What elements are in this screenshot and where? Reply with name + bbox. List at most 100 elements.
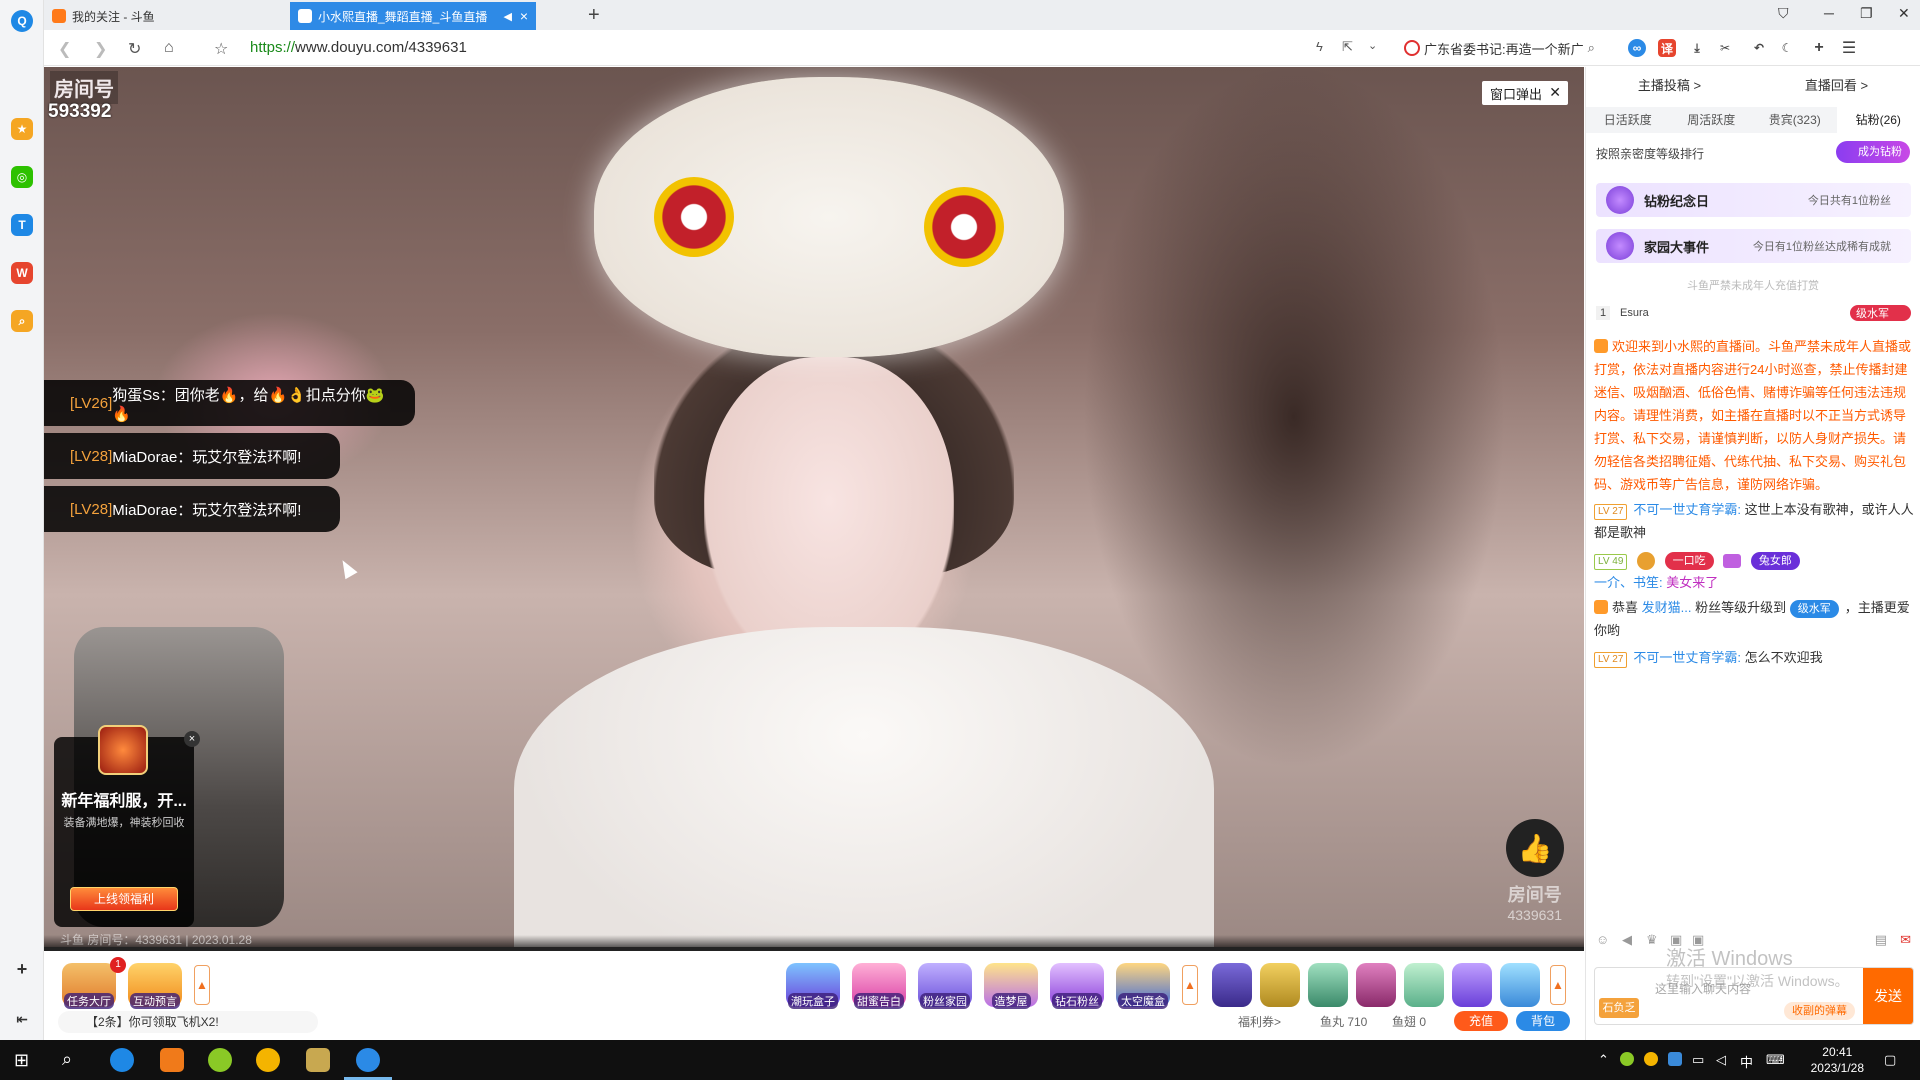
game-promo-card[interactable]: × 新年福利服，开... 装备满地爆，神装秒回收 上线领福利 [54,725,200,927]
username[interactable]: 不可一世丈育学霸: [1633,650,1741,665]
become-fan-button[interactable]: 成为钻粉 [1836,141,1910,163]
expand-backpack-arrow[interactable]: ▲ [1550,965,1566,1005]
ime-indicator[interactable]: 中 [1740,1052,1753,1071]
restore-button[interactable]: ❐ [1860,5,1873,22]
app-icon[interactable] [306,1048,330,1072]
tab-my-follow[interactable]: 我的关注 - 斗鱼 [44,2,290,30]
gift-item[interactable]: 造梦屋 [984,963,1038,1009]
volume-icon[interactable]: ◁ [1716,1052,1726,1068]
search-icon[interactable]: ⌕ [62,1049,72,1070]
close-tab-icon[interactable]: × [520,8,528,24]
tab-live-room[interactable]: 小水熙直播_舞蹈直播_斗鱼直播 ◀ × [290,2,536,30]
rank-row[interactable]: 1 Esura 级水军 [1596,303,1911,323]
close-window-button[interactable]: ✕ [1898,5,1910,22]
horn-icon[interactable]: ◀ [1622,932,1632,948]
home-icon[interactable]: ⌂ [164,39,174,57]
backpack-item[interactable] [1212,963,1252,1007]
undo-icon[interactable]: ↶ [1750,39,1768,57]
favorites-icon[interactable]: ★ [11,118,33,140]
backpack-item[interactable] [1260,963,1300,1007]
notification-icon[interactable]: ▢ [1884,1052,1896,1068]
show-hidden-icons[interactable]: ⌃ [1598,1052,1609,1068]
username[interactable]: 发财猫... [1642,600,1692,615]
search-icon[interactable]: ⌕ [11,310,33,332]
backpack-button[interactable]: 背包 [1516,1011,1570,1031]
video-player[interactable]: 房间号 593392 窗口弹出 ✕ [LV26] 狗蛋Ss：团你老🔥，给🔥👌扣点… [44,67,1584,947]
dropdown-icon[interactable]: ⌄ [1368,39,1377,52]
night-mode-icon[interactable]: ☾ [1778,39,1796,57]
extension-icon[interactable]: ∞ [1628,39,1646,57]
tray-app-icon[interactable] [1620,1052,1634,1066]
close-icon[interactable]: ✕ [1549,84,1561,101]
gift-item[interactable]: 甜蜜告白 [852,963,906,1009]
network-icon[interactable]: ▭ [1692,1052,1704,1068]
gift-item[interactable]: 粉丝家园 [918,963,972,1009]
collapse-sidebar-icon[interactable]: ⇤ [11,1008,33,1030]
thumbs-up-icon[interactable]: 👍 [1506,819,1564,877]
home-events-card[interactable]: 家园大事件 今日有1位粉丝达成稀有成就 [1596,229,1911,263]
add-icon[interactable]: + [11,958,33,980]
expand-left-arrow[interactable]: ▲ [194,965,210,1005]
tray-app-icon[interactable] [1668,1052,1682,1066]
promo-cta-button[interactable]: 上线领福利 [70,887,178,911]
app-icon[interactable] [160,1048,184,1072]
popout-button[interactable]: 窗口弹出 ✕ [1481,81,1568,105]
flash-icon[interactable]: ϟ [1316,39,1323,54]
charge-button[interactable]: 充值 [1454,1011,1508,1031]
backpack-item[interactable] [1404,963,1444,1007]
settings-icon[interactable]: ▤ [1875,932,1887,948]
forward-icon[interactable]: ❯ [94,39,107,59]
username[interactable]: 不可一世丈育学霸: [1633,502,1741,517]
close-icon[interactable]: × [184,731,200,747]
notice-bar[interactable]: 【2条】你可领取飞机X2! [58,1011,318,1033]
search-icon[interactable]: ⌕ [1588,40,1595,56]
translate-ext-icon[interactable]: 译 [1658,39,1676,57]
gift-item[interactable]: 太空魔盒 [1116,963,1170,1009]
browser-app-icon[interactable] [110,1048,134,1072]
menu-icon[interactable]: ☰ [1840,39,1858,57]
crown-icon[interactable]: ♛ [1646,932,1658,948]
start-icon[interactable]: ⊞ [14,1050,29,1071]
wechat-icon[interactable]: ◎ [11,166,33,188]
tab-vip[interactable]: 贵宾(323) [1753,107,1837,133]
expand-gifts-arrow[interactable]: ▲ [1182,965,1198,1005]
replay-link[interactable]: 直播回看 > [1805,75,1868,94]
welfare-link[interactable]: 福利券> [1238,1013,1281,1030]
minimize-button[interactable]: ─ [1824,5,1834,21]
backpack-item[interactable] [1308,963,1348,1007]
search-engine-icon[interactable] [1404,40,1420,56]
collapse-danmu-toggle[interactable]: 收副的弹幕 [1784,1002,1855,1020]
bookmark-star-icon[interactable]: ☆ [214,39,228,59]
cut-icon[interactable]: ✂ [1716,39,1734,57]
search-box[interactable]: 广东省委书记:再造一个新广 ⌕ [1404,36,1654,60]
username[interactable]: 一介、书笙: [1594,575,1663,590]
taskbar-clock[interactable]: 20:41 2023/1/28 [1811,1044,1864,1076]
browser-logo-icon[interactable]: Q [11,10,33,32]
red-packet-icon[interactable]: ✉ [1900,932,1911,948]
reload-icon[interactable]: ↻ [128,39,141,59]
chrome-icon[interactable] [256,1048,280,1072]
backpack-item[interactable] [1356,963,1396,1007]
active-browser-icon[interactable] [344,1048,392,1080]
tab-diamond-fans[interactable]: 钻粉(26) [1836,107,1920,133]
tray-chrome-icon[interactable] [1644,1052,1658,1066]
keyboard-icon[interactable]: ⌨ [1766,1052,1785,1068]
task-hall-button[interactable]: 任务大厅 [62,963,116,1009]
backpack-item[interactable] [1500,963,1540,1007]
download-icon[interactable]: ⤓ [1688,39,1706,57]
gift-item[interactable]: 潮玩盒子 [786,963,840,1009]
add-icon[interactable]: + [1810,39,1828,57]
pin-icon[interactable]: ⛉ [1778,5,1789,22]
tab-weekly[interactable]: 周活跃度 [1670,107,1754,133]
gift-item[interactable]: 钻石粉丝 [1050,963,1104,1009]
prediction-button[interactable]: 互动预言 [128,963,182,1009]
share-icon[interactable]: ⇱ [1342,39,1353,55]
new-tab-button[interactable]: + [588,4,600,27]
emoji-icon[interactable]: ☺ [1596,932,1609,947]
weibo-icon[interactable]: W [11,262,33,284]
app-icon[interactable] [208,1048,232,1072]
tab-daily[interactable]: 日活跃度 [1586,107,1670,133]
url-field[interactable]: https://www.douyu.com/4339631 [250,39,467,56]
back-icon[interactable]: ❮ [58,39,71,59]
backpack-item[interactable] [1452,963,1492,1007]
